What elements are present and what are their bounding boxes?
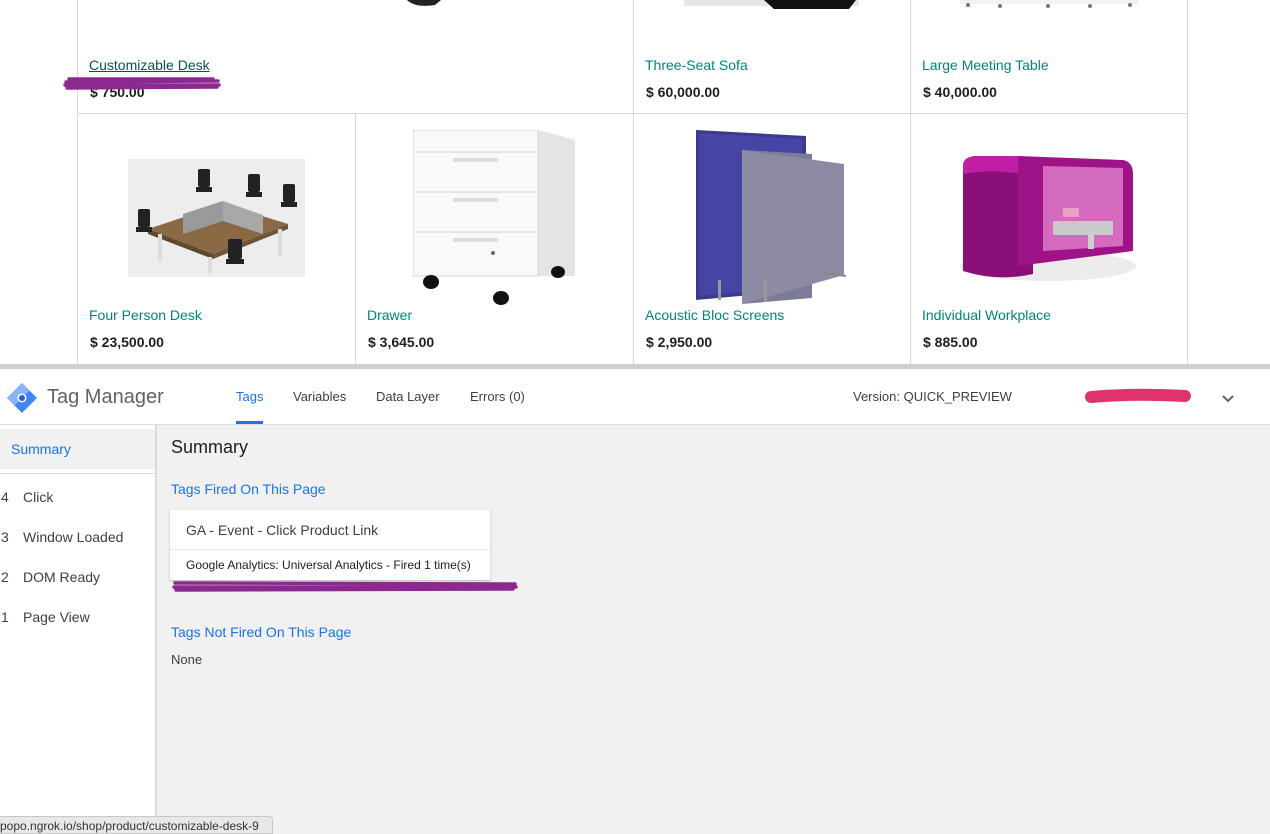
- product-price: $ 2,950.00: [646, 334, 713, 350]
- tab-tags[interactable]: Tags: [236, 389, 263, 404]
- tag-name: GA - Event - Click Product Link: [186, 522, 379, 538]
- tab-variables[interactable]: Variables: [293, 389, 346, 404]
- tags-fired-heading: Tags Fired On This Page: [171, 481, 326, 497]
- grid-line: [77, 113, 1188, 114]
- redaction-scribble: [1085, 388, 1191, 403]
- tag-manager-header: Tag Manager Tags Variables Data Layer Er…: [0, 369, 1270, 425]
- tab-data-layer[interactable]: Data Layer: [376, 389, 440, 404]
- divider: [0, 473, 155, 474]
- app-title: Tag Manager: [47, 386, 164, 408]
- sidebar-item-summary[interactable]: Summary: [0, 429, 155, 469]
- grid-line: [77, 0, 78, 364]
- product-price: $ 23,500.00: [90, 334, 164, 350]
- product-grid: Customizable Desk $ 750.00 Three-Seat So…: [0, 0, 1270, 364]
- page-title: Summary: [171, 437, 249, 457]
- product-link-drawer[interactable]: Drawer: [367, 307, 412, 323]
- status-bar-url: popo.ngrok.io/shop/product/customizable-…: [0, 816, 273, 834]
- product-price: $ 60,000.00: [646, 84, 720, 100]
- tags-not-fired-value: None: [171, 652, 203, 667]
- event-label: Window Loaded: [23, 529, 124, 545]
- event-number: 2: [1, 569, 9, 585]
- tags-not-fired-heading: Tags Not Fired On This Page: [171, 624, 352, 640]
- event-label: Page View: [23, 609, 90, 625]
- grid-line: [910, 0, 911, 364]
- tag-detail: Google Analytics: Universal Analytics - …: [186, 558, 471, 572]
- grid-line: [355, 114, 356, 364]
- event-number: 3: [1, 529, 9, 545]
- acoustic-screens-image[interactable]: [694, 130, 854, 305]
- meeting-table-image[interactable]: [960, 0, 1140, 10]
- product-price: $ 40,000.00: [923, 84, 997, 100]
- event-number: 4: [1, 489, 9, 505]
- event-label: Click: [23, 489, 54, 505]
- divider: [170, 549, 490, 550]
- product-link-four-person-desk[interactable]: Four Person Desk: [89, 307, 202, 323]
- sidebar-item-label: Summary: [11, 441, 71, 457]
- screen: Customizable Desk $ 750.00 Three-Seat So…: [0, 0, 1270, 834]
- event-number: 1: [1, 609, 9, 625]
- product-link-customizable-desk[interactable]: Customizable Desk: [89, 57, 210, 73]
- tag-manager-logo-icon: [7, 383, 37, 413]
- grid-line: [1187, 0, 1188, 364]
- chevron-down-icon[interactable]: [1218, 389, 1238, 409]
- product-link-large-meeting-table[interactable]: Large Meeting Table: [922, 57, 1049, 73]
- product-price: $ 885.00: [923, 334, 978, 350]
- product-link-acoustic-bloc-screens[interactable]: Acoustic Bloc Screens: [645, 307, 784, 323]
- redaction-scribble: [172, 581, 518, 592]
- event-label: DOM Ready: [23, 569, 101, 585]
- fired-tag-card[interactable]: GA - Event - Click Product Link Google A…: [170, 510, 490, 580]
- tab-errors[interactable]: Errors (0): [470, 389, 525, 404]
- desk-image[interactable]: [405, 0, 445, 8]
- drawer-image[interactable]: [413, 130, 577, 306]
- four-person-desk-image[interactable]: [128, 159, 305, 277]
- version-label: Version: QUICK_PREVIEW: [853, 389, 1012, 404]
- event-sidebar: Summary 4 Click 3 Window Loaded 2 DOM Re…: [0, 425, 157, 834]
- sofa-image[interactable]: [684, 0, 864, 14]
- summary-panel: Summary Tags Fired On This Page GA - Eve…: [157, 425, 1270, 834]
- redaction-scribble: [63, 77, 221, 90]
- product-link-individual-workplace[interactable]: Individual Workplace: [922, 307, 1051, 323]
- product-link-three-seat-sofa[interactable]: Three-Seat Sofa: [645, 57, 748, 73]
- product-price: $ 3,645.00: [368, 334, 435, 350]
- individual-workplace-image[interactable]: [958, 156, 1138, 282]
- grid-line: [633, 0, 634, 364]
- active-tab-indicator: [236, 421, 263, 424]
